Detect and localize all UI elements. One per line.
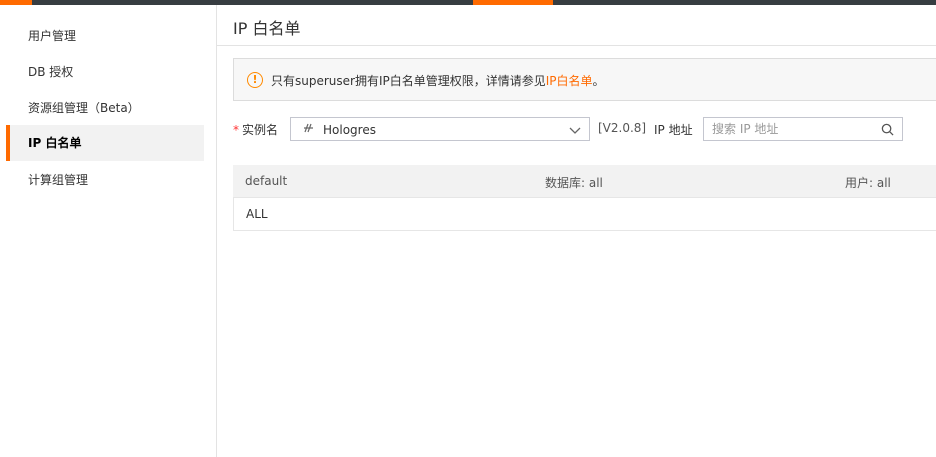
- search-icon[interactable]: [881, 123, 894, 136]
- sidebar-item-label: 计算组管理: [28, 173, 89, 187]
- ip-search-input[interactable]: [712, 121, 872, 137]
- instance-version: [V2.0.8]: [598, 121, 647, 135]
- sidebar-item-resource-group[interactable]: 资源组管理（Beta）: [8, 90, 204, 126]
- ip-address-label: IP 地址: [654, 123, 693, 137]
- filter-row: * 实例名 Hologres [V2.0.8] IP 地址: [233, 117, 936, 141]
- ip-whitelist-doc-link[interactable]: IP白名单: [546, 74, 593, 88]
- page-title: IP 白名单: [233, 19, 301, 38]
- chevron-down-icon: [569, 127, 581, 134]
- sidebar-item-label: DB 授权: [28, 65, 74, 79]
- table-header: default 数据库: all 用户: all: [233, 165, 936, 198]
- info-circle-icon: !: [247, 72, 263, 88]
- notice-text-prefix: 只有superuser拥有IP白名单管理权限，详情请参见: [271, 74, 546, 88]
- instance-value: Hologres: [323, 123, 376, 137]
- hologres-logo-icon: [303, 122, 315, 137]
- group-header: default: [245, 174, 288, 188]
- main-content: IP 白名单 ! 只有superuser拥有IP白名单管理权限，详情请参见IP白…: [217, 5, 936, 457]
- permission-notice: ! 只有superuser拥有IP白名单管理权限，详情请参见IP白名单。: [233, 58, 936, 101]
- sidebar-item-user-management[interactable]: 用户管理: [8, 18, 204, 54]
- user-header: 用户: all: [845, 176, 891, 190]
- instance-label: * 实例名: [233, 121, 278, 138]
- sidebar-item-ip-whitelist[interactable]: IP 白名单: [6, 125, 204, 161]
- instance-select[interactable]: Hologres: [290, 117, 590, 141]
- ip-value-cell: ALL: [246, 207, 268, 221]
- notice-text: 只有superuser拥有IP白名单管理权限，详情请参见IP白名单。: [271, 72, 605, 89]
- sidebar-item-label: 资源组管理（Beta）: [28, 101, 140, 115]
- ip-search-box[interactable]: [703, 117, 903, 141]
- sidebar-item-compute-group[interactable]: 计算组管理: [8, 162, 204, 198]
- notice-text-suffix: 。: [592, 74, 605, 88]
- sidebar-item-label: 用户管理: [28, 29, 77, 43]
- ip-whitelist-table: default 数据库: all 用户: all ALL: [233, 165, 936, 231]
- table-row: ALL: [233, 198, 936, 231]
- sidebar-item-db-authorization[interactable]: DB 授权: [8, 54, 204, 90]
- title-divider: [217, 45, 936, 46]
- sidebar-item-label: IP 白名单: [28, 136, 82, 150]
- database-header: 数据库: all: [545, 176, 603, 190]
- instance-label-text: 实例名: [242, 123, 279, 137]
- sidebar: 用户管理 DB 授权 资源组管理（Beta） IP 白名单 计算组管理: [0, 5, 217, 457]
- required-mark: *: [233, 123, 239, 137]
